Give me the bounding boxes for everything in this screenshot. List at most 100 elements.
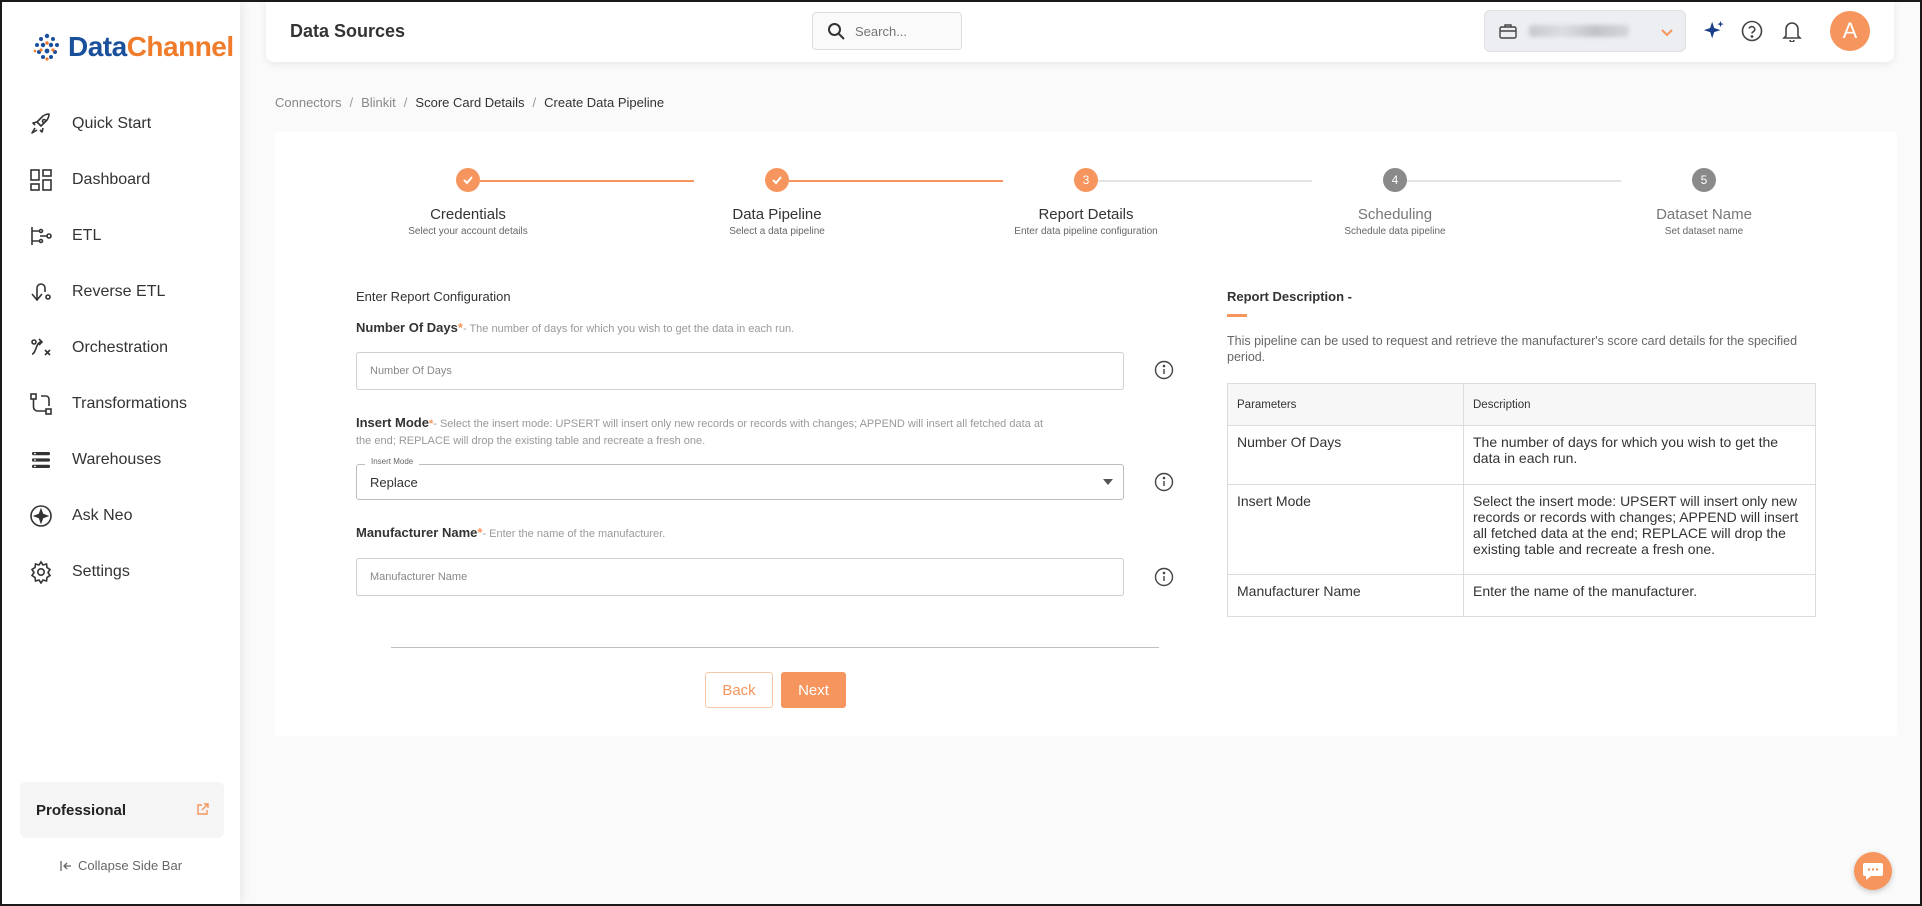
external-link-icon[interactable] (196, 802, 210, 816)
sidebar-nav: Quick Start Dashboard ETL Reverse ETL Or… (2, 96, 240, 600)
manufacturer-name-input[interactable] (356, 558, 1124, 596)
parameters-table: Parameters Description Number Of Days Th… (1227, 383, 1816, 617)
chat-icon (1863, 863, 1883, 880)
sidebar-item-label: Transformations (72, 395, 187, 412)
search-input[interactable] (855, 23, 955, 39)
sidebar-item-dashboard[interactable]: Dashboard (2, 152, 240, 208)
desc-cell: The number of days for which you wish to… (1463, 425, 1816, 485)
title-underline (1227, 314, 1247, 317)
breadcrumb-separator: / (532, 95, 537, 110)
top-header: Data Sources A (266, 2, 1894, 62)
step-subtitle: Select your account details (408, 226, 528, 237)
table-row: Number Of Days The number of days for wh… (1227, 425, 1816, 485)
step-subtitle: Select a data pipeline (729, 226, 825, 237)
insert-mode-value: Replace (370, 475, 418, 490)
logo-icon (33, 33, 59, 61)
sidebar-item-reverse-etl[interactable]: Reverse ETL (2, 264, 240, 320)
step-data-pipeline[interactable]: Data Pipeline Select a data pipeline (667, 168, 887, 237)
breadcrumb-blinkit[interactable]: Blinkit (361, 95, 396, 110)
pipeline-card: Credentials Select your account details … (275, 132, 1897, 736)
chevron-down-icon (1661, 29, 1673, 37)
dropdown-arrow-icon (1103, 479, 1113, 485)
sidebar-item-ask-neo[interactable]: Ask Neo (2, 488, 240, 544)
sparkle-icon[interactable] (1702, 19, 1726, 43)
info-icon[interactable] (1154, 567, 1174, 587)
table-header-row: Parameters Description (1227, 383, 1816, 426)
section-title: Enter Report Configuration (356, 289, 511, 304)
info-icon[interactable] (1154, 360, 1174, 380)
sidebar-item-etl[interactable]: ETL (2, 208, 240, 264)
sidebar-item-orchestration[interactable]: Orchestration (2, 320, 240, 376)
search-box[interactable] (812, 12, 962, 50)
search-icon (828, 23, 845, 40)
number-of-days-input[interactable] (356, 352, 1124, 390)
manufacturer-label: Manufacturer Name*- Enter the name of th… (356, 525, 666, 540)
check-icon (765, 168, 789, 192)
plan-label: Professional (36, 801, 127, 819)
sidebar-item-label: Warehouses (72, 451, 162, 468)
sidebar-item-label: Settings (72, 563, 130, 580)
collapse-sidebar-button[interactable]: Collapse Side Bar (2, 858, 240, 873)
step-subtitle: Enter data pipeline configuration (1014, 226, 1158, 237)
chat-button[interactable] (1854, 852, 1892, 890)
sidebar-item-settings[interactable]: Settings (2, 544, 240, 600)
breadcrumb-separator: / (403, 95, 408, 110)
step-title: Dataset Name (1656, 206, 1752, 223)
etl-icon (28, 223, 54, 249)
report-description-title: Report Description - (1227, 289, 1352, 304)
step-title: Report Details (1038, 206, 1134, 223)
sidebar-item-label: Orchestration (72, 339, 169, 356)
logo[interactable]: DataChannel (30, 30, 234, 64)
insert-mode-label: Insert Mode*- Select the insert mode: UP… (356, 415, 1043, 447)
report-description-text: This pipeline can be used to request and… (1227, 334, 1798, 364)
step-credentials[interactable]: Credentials Select your account details (358, 168, 578, 237)
divider (391, 647, 1159, 648)
help-icon[interactable] (1740, 19, 1764, 43)
step-title: Data Pipeline (732, 206, 822, 223)
orchestration-icon (28, 335, 54, 361)
back-button[interactable]: Back (705, 672, 773, 708)
insert-mode-float-label: Insert Mode (365, 457, 420, 466)
step-subtitle: Schedule data pipeline (1344, 226, 1446, 237)
bell-icon[interactable] (1780, 19, 1804, 43)
dashboard-icon (28, 167, 54, 193)
breadcrumb-connectors[interactable]: Connectors (275, 95, 341, 110)
plan-card[interactable]: Professional (20, 782, 224, 838)
sidebar: DataChannel Quick Start Dashboard ETL Re… (2, 2, 240, 904)
column-header: Description (1463, 383, 1816, 426)
info-icon[interactable] (1154, 472, 1174, 492)
insert-mode-select[interactable]: Insert Mode Replace (356, 457, 1124, 500)
avatar[interactable]: A (1830, 11, 1870, 51)
rocket-icon (28, 111, 54, 137)
breadcrumb-score-card-details[interactable]: Score Card Details (415, 95, 524, 110)
step-scheduling[interactable]: 4 Scheduling Schedule data pipeline (1285, 168, 1505, 237)
logo-text: DataChannel (68, 31, 234, 62)
breadcrumb-separator: / (349, 95, 354, 110)
step-dataset-name[interactable]: 5 Dataset Name Set dataset name (1594, 168, 1814, 237)
briefcase-icon (1499, 24, 1517, 39)
step-title: Scheduling (1357, 206, 1433, 223)
sidebar-item-transformations[interactable]: Transformations (2, 376, 240, 432)
desc-cell: Select the insert mode: UPSERT will inse… (1463, 484, 1816, 575)
param-cell: Manufacturer Name (1227, 574, 1464, 617)
warehouses-icon (28, 447, 54, 473)
sidebar-item-label: Quick Start (72, 115, 152, 132)
step-title: Credentials (430, 206, 506, 223)
sidebar-item-label: Ask Neo (72, 507, 133, 524)
check-icon (456, 168, 480, 192)
sidebar-item-quick-start[interactable]: Quick Start (2, 96, 240, 152)
organization-select[interactable] (1484, 10, 1686, 52)
breadcrumb: Connectors / Blinkit / Score Card Detail… (275, 95, 664, 110)
ask-neo-icon (28, 503, 54, 529)
step-number: 3 (1074, 168, 1098, 192)
step-subtitle: Set dataset name (1664, 226, 1744, 237)
step-report-details[interactable]: 3 Report Details Enter data pipeline con… (976, 168, 1196, 237)
transformations-icon (28, 391, 54, 417)
next-button[interactable]: Next (781, 672, 846, 708)
collapse-arrow-icon (60, 860, 71, 871)
sidebar-item-label: ETL (72, 227, 102, 244)
reverse-etl-icon (28, 279, 54, 305)
sidebar-item-warehouses[interactable]: Warehouses (2, 432, 240, 488)
table-row: Insert Mode Select the insert mode: UPSE… (1227, 484, 1816, 575)
step-number: 5 (1692, 168, 1716, 192)
